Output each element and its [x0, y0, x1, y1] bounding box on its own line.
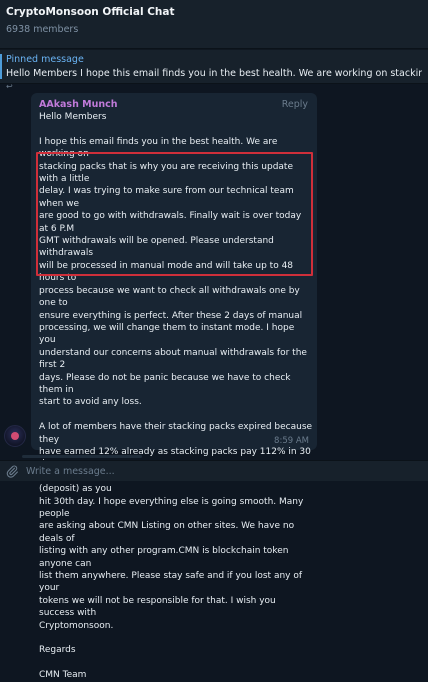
- message-time: 8:59 AM: [274, 436, 309, 446]
- message-input[interactable]: [26, 464, 406, 478]
- pinned-message-bar[interactable]: Pinned message Hello Members I hope this…: [0, 49, 428, 84]
- paragraph-2: A lot of members have their stacking pac…: [39, 422, 313, 631]
- chat-title: CryptoMonsoon Official Chat: [6, 6, 175, 18]
- regards: Regards: [39, 645, 76, 656]
- sender-avatar[interactable]: [4, 425, 26, 447]
- paperclip-icon[interactable]: [5, 464, 19, 478]
- greeting: Hello Members: [39, 112, 107, 122]
- scroll-indicator: [0, 455, 428, 459]
- previous-message-stub: ↩: [6, 82, 20, 91]
- sender-name[interactable]: AAkash Munch: [39, 99, 118, 110]
- message-bubble[interactable]: AAkash Munch Reply Hello Members I hope …: [31, 93, 317, 680]
- pinned-accent-bar: [0, 54, 2, 79]
- pinned-title: Pinned message: [6, 54, 84, 65]
- avatar-logo: [11, 432, 19, 440]
- reply-button[interactable]: Reply: [282, 99, 308, 110]
- message-composer: [0, 460, 428, 481]
- message-text: Hello Members I hope this email finds yo…: [39, 111, 313, 682]
- member-count: 6938 members: [6, 24, 79, 35]
- reply-arrow-icon: ↩: [6, 82, 13, 91]
- signature: CMN Team: [39, 670, 87, 681]
- chat-header[interactable]: CryptoMonsoon Official Chat 6938 members: [0, 0, 428, 49]
- paragraph-1: I hope this email finds you in the best …: [39, 136, 307, 408]
- pinned-text: Hello Members I hope this email finds yo…: [6, 68, 422, 79]
